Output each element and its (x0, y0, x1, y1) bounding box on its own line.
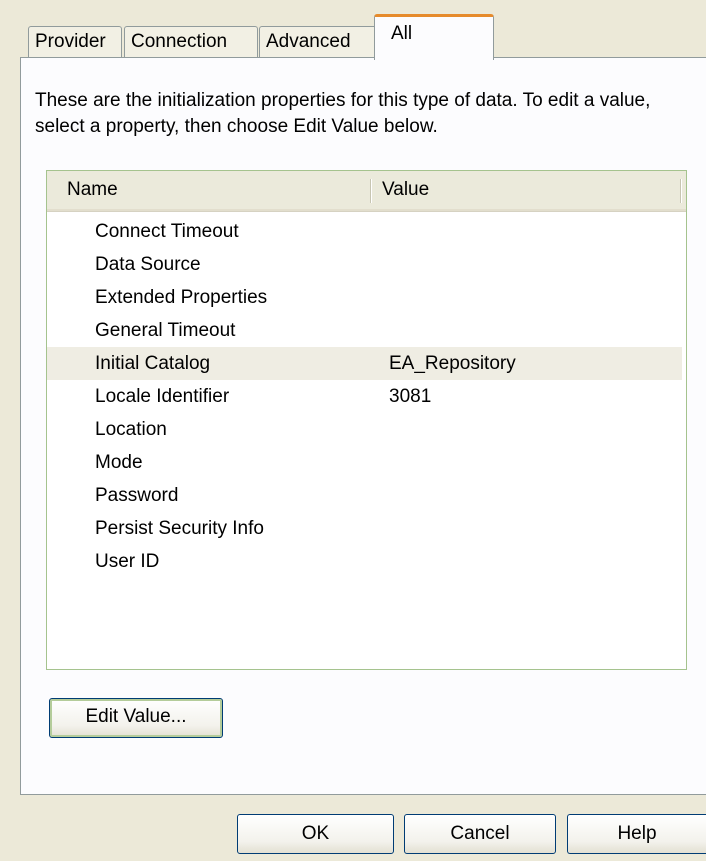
tab-strip: Provider Connection Advanced All (28, 14, 706, 60)
property-name: Location (95, 419, 167, 440)
list-item[interactable]: Persist Security Info (47, 512, 682, 545)
column-divider[interactable] (370, 179, 371, 203)
property-name: General Timeout (95, 320, 236, 341)
property-name: Locale Identifier (95, 386, 230, 407)
cancel-button[interactable]: Cancel (404, 814, 556, 854)
list-header: Name Value (47, 171, 686, 212)
tab-connection[interactable]: Connection (124, 26, 258, 58)
list-item[interactable]: Connect Timeout (47, 215, 682, 248)
list-item[interactable]: Extended Properties (47, 281, 682, 314)
property-name: User ID (95, 551, 160, 572)
property-name: Mode (95, 452, 143, 473)
property-name: Password (95, 485, 179, 506)
list-item[interactable]: General Timeout (47, 314, 682, 347)
tab-all[interactable]: All (374, 14, 494, 60)
property-name: Extended Properties (95, 287, 268, 308)
list-item[interactable]: Data Source (47, 248, 682, 281)
list-item[interactable]: Locale Identifier 3081 (47, 380, 682, 413)
list-rows: Connect Timeout Data Source Extended Pro… (47, 215, 686, 578)
description-text: These are the initialization properties … (35, 90, 651, 137)
property-value: 3081 (389, 386, 432, 407)
help-button[interactable]: Help (567, 814, 706, 854)
list-item[interactable]: Mode (47, 446, 682, 479)
tab-panel-all: These are the initialization properties … (20, 57, 706, 795)
property-name: Persist Security Info (95, 518, 264, 539)
column-divider[interactable] (680, 179, 681, 203)
edit-value-button[interactable]: Edit Value... (49, 698, 223, 738)
list-item[interactable]: User ID (47, 545, 682, 578)
property-value: EA_Repository (389, 353, 516, 374)
property-name: Connect Timeout (95, 221, 239, 242)
list-item[interactable]: Location (47, 413, 682, 446)
list-item-selected[interactable]: Initial Catalog EA_Repository (47, 347, 682, 380)
column-header-name[interactable]: Name (67, 171, 118, 209)
column-header-value[interactable]: Value (382, 171, 429, 209)
ok-button[interactable]: OK (237, 814, 394, 854)
property-name: Initial Catalog (95, 353, 211, 374)
properties-list[interactable]: Name Value Connect Timeout Data Source E… (46, 170, 687, 670)
property-name: Data Source (95, 254, 201, 275)
tab-provider[interactable]: Provider (28, 26, 122, 58)
list-item[interactable]: Password (47, 479, 682, 512)
